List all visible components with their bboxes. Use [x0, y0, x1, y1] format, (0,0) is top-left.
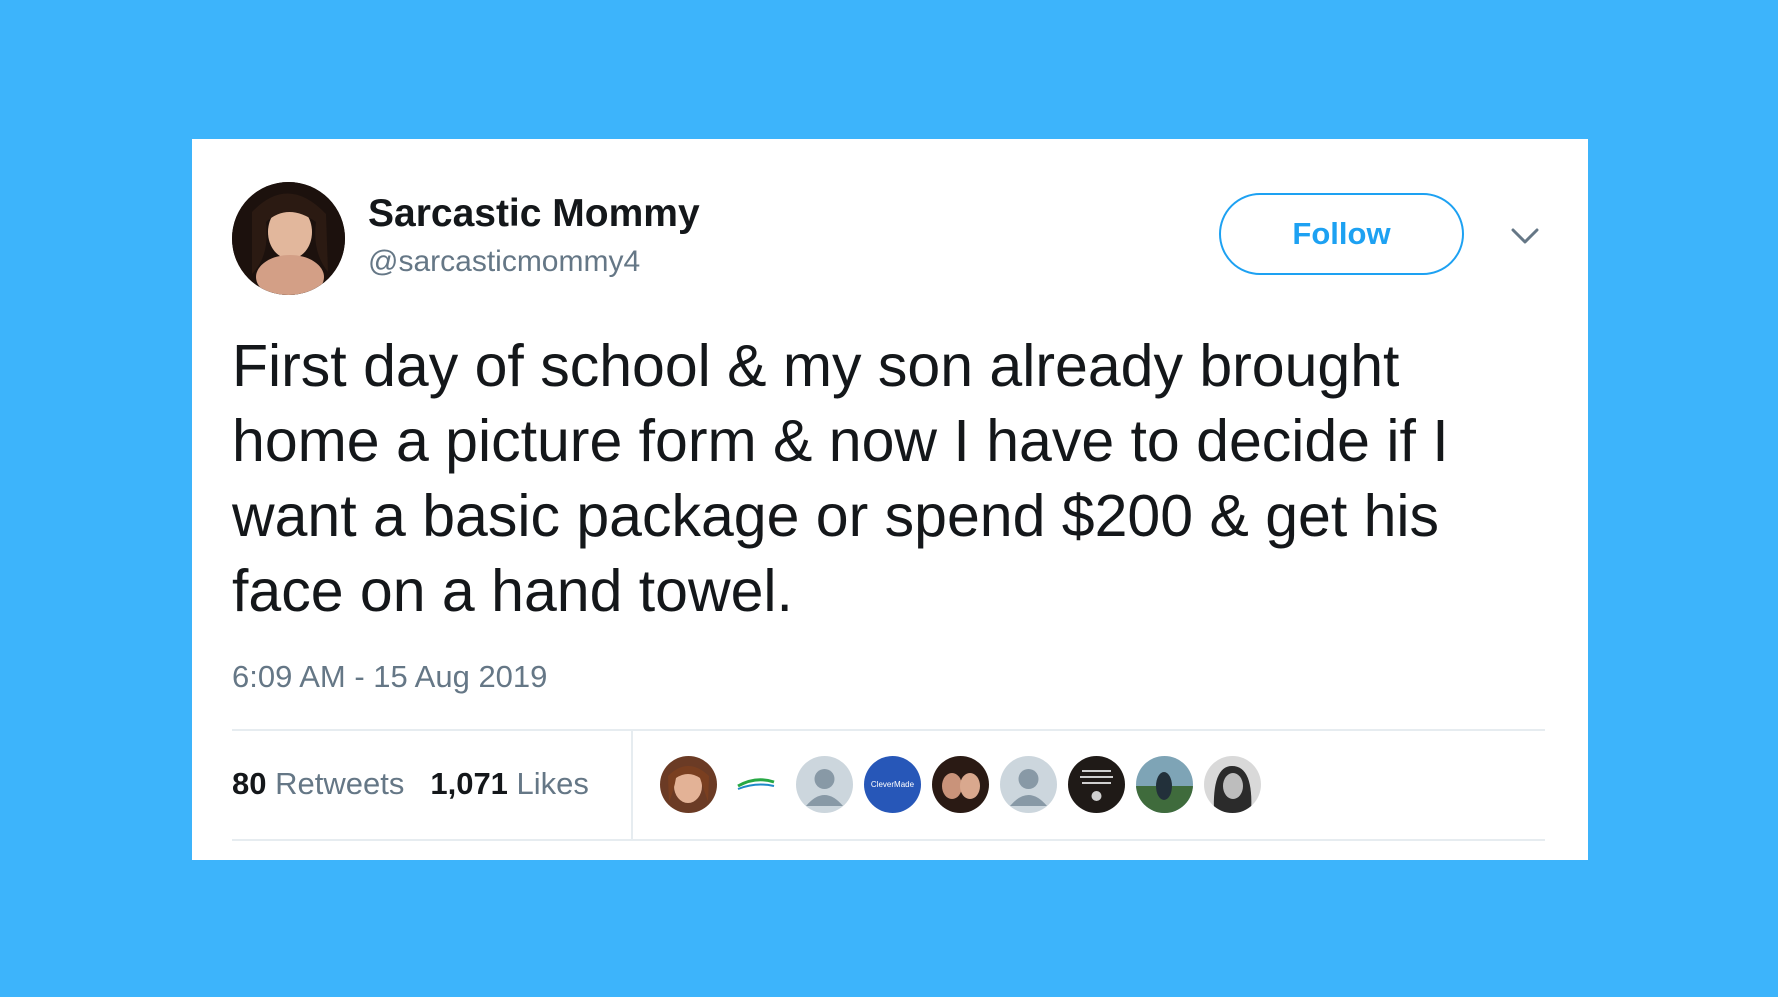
- liker-label: CleverMade: [870, 780, 915, 789]
- likes-stat[interactable]: 1,071 Likes: [430, 766, 589, 802]
- tweet-card: Sarcastic Mommy @sarcasticmommy4 Follow …: [192, 139, 1588, 860]
- profile-photo-icon: [660, 756, 717, 813]
- retweets-label: Retweets: [275, 766, 405, 801]
- profile-photo-icon: [1136, 756, 1193, 813]
- text-logo-icon: [1080, 770, 1113, 801]
- liker-avatar[interactable]: [1204, 756, 1261, 813]
- likes-label: Likes: [516, 766, 589, 801]
- retweets-count: 80: [232, 766, 267, 801]
- liker-avatar[interactable]: [728, 756, 785, 813]
- liker-avatar[interactable]: CleverMade: [864, 756, 921, 813]
- likes-count: 1,071: [430, 766, 508, 801]
- divider: [232, 729, 1545, 731]
- profile-photo-icon: [932, 756, 989, 813]
- liker-avatar[interactable]: [660, 756, 717, 813]
- liker-avatar[interactable]: [1000, 756, 1057, 813]
- likers-avatars: CleverMade: [660, 756, 1261, 813]
- liker-avatar[interactable]: [796, 756, 853, 813]
- tweet-timestamp[interactable]: 6:09 AM - 15 Aug 2019: [232, 659, 547, 695]
- liker-avatar[interactable]: [932, 756, 989, 813]
- retweets-stat[interactable]: 80 Retweets: [232, 766, 404, 802]
- divider: [232, 839, 1545, 841]
- display-name[interactable]: Sarcastic Mommy: [368, 192, 700, 236]
- user-handle[interactable]: @sarcasticmommy4: [368, 245, 640, 279]
- tweet-stats: 80 Retweets 1,071 Likes: [232, 766, 589, 802]
- liker-avatar[interactable]: [1136, 756, 1193, 813]
- profile-photo-icon: [1204, 756, 1261, 813]
- chevron-down-icon[interactable]: [1508, 219, 1542, 253]
- user-avatar[interactable]: [232, 182, 345, 295]
- tweet-text: First day of school & my son already bro…: [232, 333, 1449, 624]
- default-profile-icon: [1010, 769, 1047, 806]
- follow-button[interactable]: Follow: [1219, 193, 1464, 275]
- default-profile-icon: [806, 769, 843, 806]
- divider: [631, 731, 633, 839]
- brand-logo-icon: [737, 778, 775, 790]
- liker-avatar[interactable]: [1068, 756, 1125, 813]
